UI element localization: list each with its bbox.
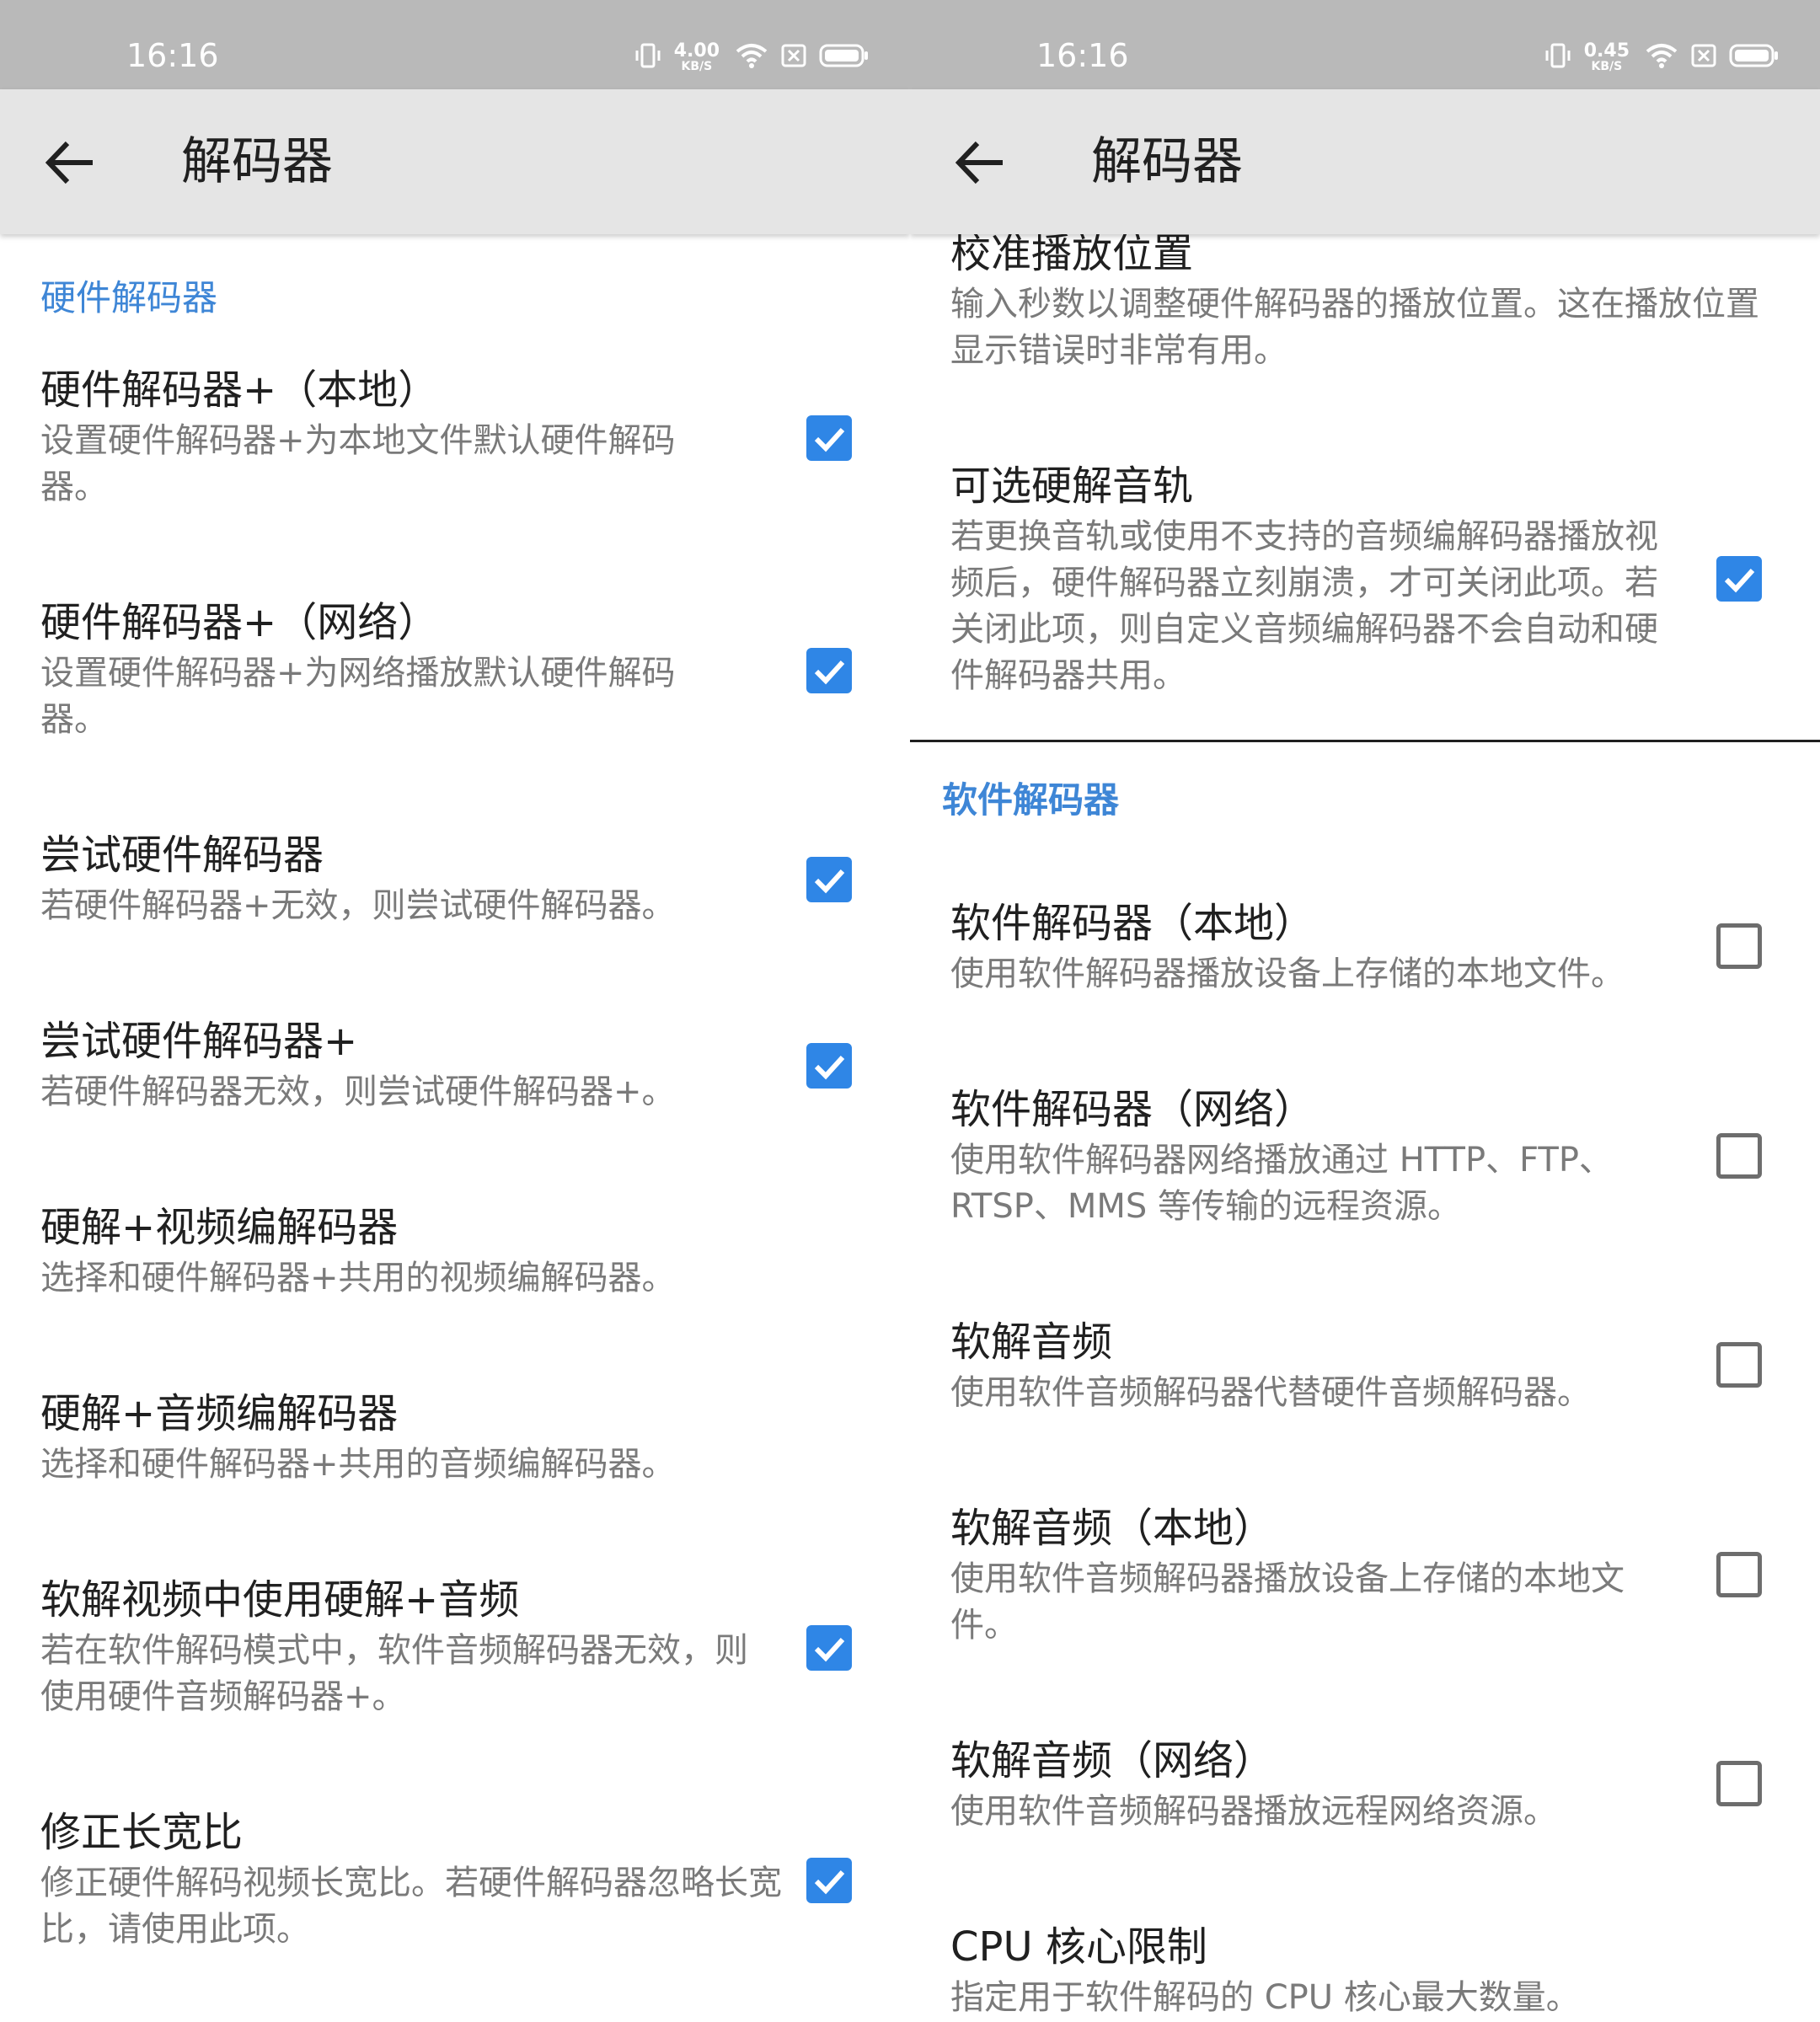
wifi-icon [735, 41, 768, 73]
pref-sw-audio[interactable]: 软解音频 使用软件音频解码器代替硬件音频解码器。 [910, 1318, 1820, 1452]
network-speed-value: 0.45 [1583, 40, 1630, 62]
toolbar: 解码器 [910, 89, 1820, 234]
checkmark-icon [814, 1055, 845, 1080]
checkbox-unchecked[interactable] [1716, 1342, 1762, 1388]
pref-title: 硬解+音频编解码器 [40, 1390, 399, 1437]
pref-try-hw[interactable]: 尝试硬件解码器 若硬件解码器+无效，则尝试硬件解码器。 [0, 831, 910, 966]
pref-title: 校准播放位置 [950, 230, 1194, 277]
checkmark-icon [814, 1870, 845, 1895]
pref-summary: 输入秒数以调整硬件解码器的播放位置。这在播放位置显示错误时非常有用。 [950, 285, 1759, 370]
page-title: 解码器 [181, 132, 333, 191]
page-title: 解码器 [1091, 132, 1243, 191]
toolbar: 解码器 [0, 89, 910, 234]
checkbox-checked[interactable] [806, 857, 852, 902]
pref-title: 硬解+视频编解码器 [40, 1204, 399, 1251]
wifi-icon [1645, 41, 1678, 73]
checkbox-checked[interactable] [1716, 556, 1762, 602]
checkmark-icon [814, 1637, 845, 1662]
pref-cpu-core-limit[interactable]: CPU 核心限制 指定用于软件解码的 CPU 核心最大数量。 [910, 1923, 1820, 2022]
pref-summary: 修正硬件解码视频长宽比。若硬件解码器忽略长宽比，请使用此项。 [40, 1864, 782, 1949]
checkmark-icon [814, 660, 845, 685]
checkbox-checked[interactable] [806, 648, 852, 693]
battery-icon [1729, 42, 1780, 72]
section-divider [910, 740, 1820, 742]
pref-hw-plus-local[interactable]: 硬件解码器+（本地） 设置硬件解码器+为本地文件默认硬件解码器。 [0, 366, 910, 551]
section-header-hardware: 硬件解码器 [40, 277, 218, 318]
pref-title: 软解音频（本地） [950, 1505, 1275, 1552]
status-icons: 4.00 KB/S [634, 37, 870, 78]
pref-summary: 使用软件解码器播放设备上存储的本地文件。 [950, 955, 1625, 993]
vibrate-icon [634, 41, 662, 73]
pref-summary: 选择和硬件解码器+共用的视频编解码器。 [40, 1259, 676, 1297]
pref-sw-audio-network[interactable]: 软解音频（网络） 使用软件音频解码器播放远程网络资源。 [910, 1736, 1820, 1871]
battery-icon [819, 42, 870, 72]
pref-title: 软件解码器（网络） [950, 1086, 1315, 1133]
pref-title: CPU 核心限制 [950, 1923, 1207, 1971]
pref-title: 尝试硬件解码器+ [40, 1018, 358, 1065]
checkbox-checked[interactable] [806, 1858, 852, 1903]
pref-title: 修正长宽比 [40, 1809, 244, 1856]
left-screen: 16:16 4.00 KB/S 解码器 硬件解码器 硬件解码器+（本地） 设置硬… [0, 0, 910, 2022]
pref-calibrate-position[interactable]: 校准播放位置 输入秒数以调整硬件解码器的播放位置。这在播放位置显示错误时非常有用… [910, 229, 1820, 381]
network-speed-unit: KB/S [1591, 60, 1623, 73]
arrow-left-icon[interactable] [952, 133, 1011, 192]
pref-title: 硬件解码器+（本地） [40, 366, 439, 414]
pref-title: 软解音频（网络） [950, 1737, 1275, 1784]
checkbox-checked[interactable] [806, 1625, 852, 1671]
checkmark-icon [1724, 568, 1755, 593]
pref-summary: 选择和硬件解码器+共用的音频编解码器。 [40, 1445, 676, 1484]
pref-summary: 使用软件音频解码器播放设备上存储的本地文件。 [950, 1559, 1625, 1645]
pref-summary: 若在软件解码模式中，软件音频解码器无效，则使用硬件音频解码器+。 [40, 1631, 748, 1716]
pref-title: 尝试硬件解码器 [40, 832, 324, 879]
checkbox-unchecked[interactable] [1716, 923, 1762, 969]
pref-summary: 若硬件解码器+无效，则尝试硬件解码器。 [40, 886, 676, 925]
arrow-left-icon[interactable] [42, 133, 101, 192]
network-speed-unit: KB/S [681, 60, 713, 73]
pref-sw-local[interactable]: 软件解码器（本地） 使用软件解码器播放设备上存储的本地文件。 [910, 899, 1820, 1034]
checkbox-unchecked[interactable] [1716, 1761, 1762, 1806]
pref-try-hw-plus[interactable]: 尝试硬件解码器+ 若硬件解码器无效，则尝试硬件解码器+。 [0, 1017, 910, 1152]
pref-sw-network[interactable]: 软件解码器（网络） 使用软件解码器网络播放通过 HTTP、FTP、RTSP、MM… [910, 1085, 1820, 1270]
pref-hw-plus-network[interactable]: 硬件解码器+（网络） 设置硬件解码器+为网络播放默认硬件解码器。 [0, 598, 910, 784]
status-icons: 0.45 KB/S [1544, 37, 1780, 78]
pref-summary: 设置硬件解码器+为网络播放默认硬件解码器。 [40, 654, 676, 739]
status-time: 16:16 [126, 37, 219, 74]
pref-title: 可选硬解音轨 [950, 463, 1194, 510]
checkbox-checked[interactable] [806, 1043, 852, 1089]
pref-summary: 使用软件解码器网络播放通过 HTTP、FTP、RTSP、MMS 等传输的远程资源… [950, 1141, 1613, 1226]
pref-fix-aspect-ratio[interactable]: 修正长宽比 修正硬件解码视频长宽比。若硬件解码器忽略长宽比，请使用此项。 [0, 1808, 910, 1993]
right-screen: 16:16 0.45 KB/S 解码器 校准播放位置 输入秒数以调整硬件解码器的… [910, 0, 1820, 2022]
pref-title: 软件解码器（本地） [950, 900, 1315, 947]
pref-title: 软解视频中使用硬解+音频 [40, 1576, 520, 1623]
checkbox-unchecked[interactable] [1716, 1133, 1762, 1179]
pref-summary: 若硬件解码器无效，则尝试硬件解码器+。 [40, 1073, 676, 1111]
status-bar: 16:16 0.45 KB/S [910, 0, 1820, 89]
pref-summary: 设置硬件解码器+为本地文件默认硬件解码器。 [40, 421, 676, 506]
no-sim-icon [1690, 42, 1717, 72]
pref-summary: 若更换音轨或使用不支持的音频编解码器播放视频后，硬件解码器立刻崩溃，才可关闭此项… [950, 517, 1658, 695]
no-sim-icon [780, 42, 807, 72]
pref-optional-hw-audio-track[interactable]: 可选硬解音轨 若更换音轨或使用不支持的音频编解码器播放视频后，硬件解码器立刻崩溃… [910, 462, 1820, 706]
network-speed: 4.00 KB/S [673, 40, 720, 73]
pref-summary: 使用软件音频解码器代替硬件音频解码器。 [950, 1373, 1591, 1412]
checkmark-icon [814, 427, 845, 452]
section-header-software: 软件解码器 [942, 779, 1120, 821]
network-speed-value: 4.00 [673, 40, 720, 62]
pref-sw-audio-local[interactable]: 软解音频（本地） 使用软件音频解码器播放设备上存储的本地文件。 [910, 1504, 1820, 1689]
pref-sw-video-hw-audio[interactable]: 软解视频中使用硬解+音频 若在软件解码模式中，软件音频解码器无效，则使用硬件音频… [0, 1575, 910, 1761]
pref-summary: 使用软件音频解码器播放远程网络资源。 [950, 1792, 1557, 1831]
status-bar: 16:16 4.00 KB/S [0, 0, 910, 89]
pref-hw-audio-codec[interactable]: 硬解+音频编解码器 选择和硬件解码器+共用的音频编解码器。 [0, 1389, 910, 1524]
checkmark-icon [814, 869, 845, 894]
pref-title: 软解音频 [950, 1319, 1113, 1366]
network-speed: 0.45 KB/S [1583, 40, 1630, 73]
checkbox-checked[interactable] [806, 415, 852, 461]
vibrate-icon [1544, 41, 1572, 73]
pref-summary: 指定用于软件解码的 CPU 核心最大数量。 [950, 1978, 1580, 2017]
pref-hw-video-codec[interactable]: 硬解+视频编解码器 选择和硬件解码器+共用的视频编解码器。 [0, 1203, 910, 1338]
pref-title: 硬件解码器+（网络） [40, 599, 439, 646]
status-time: 16:16 [1036, 37, 1129, 74]
checkbox-unchecked[interactable] [1716, 1552, 1762, 1597]
